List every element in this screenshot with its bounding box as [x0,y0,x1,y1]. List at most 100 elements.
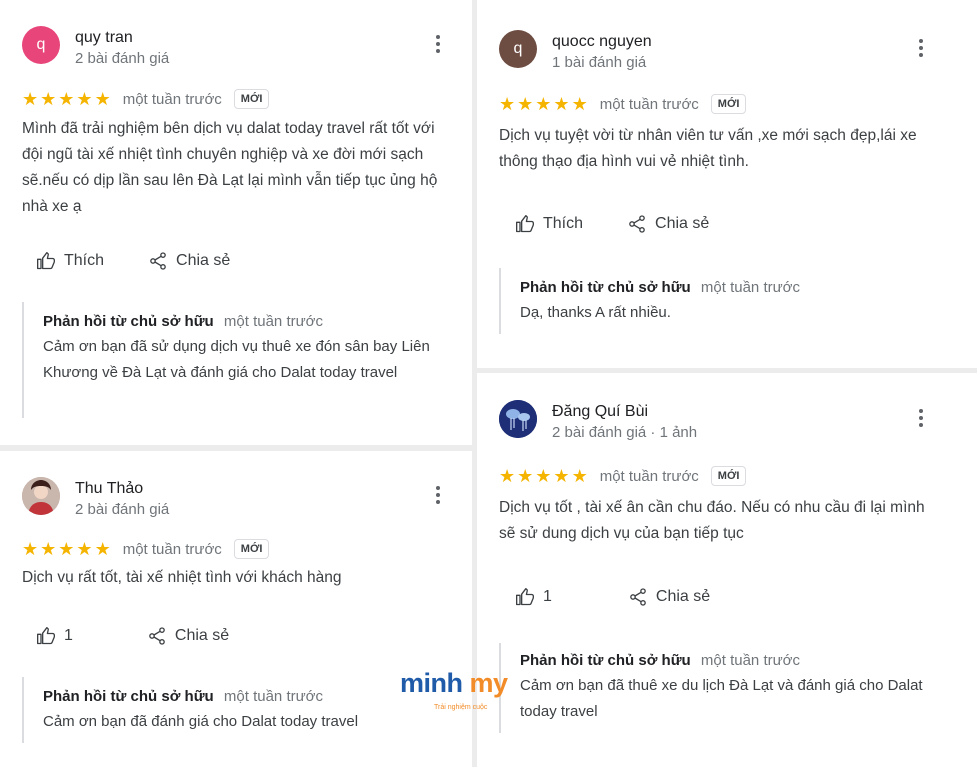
watermark-tagline: Trải nghiệm cuộc [434,704,488,711]
review-actions: 1 Chia sẻ [36,626,229,646]
new-badge: MỚI [710,466,747,486]
owner-reply: Phản hồi từ chủ sở hữu một tuần trước Cả… [22,677,450,743]
thumbs-up-icon [37,252,55,270]
review-time: một tuần trước [122,90,222,108]
owner-reply-text: Cảm ơn bạn đã thuê xe du lịch Đà Lạt và … [520,677,923,720]
star-icon: ★ [22,89,39,109]
owner-reply: Phản hồi từ chủ sở hữu một tuần trước Cả… [499,643,943,733]
review-header: q quocc nguyen 1 bài đánh giá [499,30,955,74]
review-card: Đăng Quí Bùi 2 bài đánh giá · 1 ảnh ★ ★ ★ ★… [477,373,977,767]
share-label: Chia sẻ [655,215,710,232]
owner-reply-label: Phản hồi từ chủ sở hữu [43,688,214,705]
more-options-icon[interactable] [430,32,446,56]
star-icon: ★ [535,466,552,486]
owner-reply-time: một tuần trước [223,688,323,705]
avatar[interactable] [22,477,60,515]
owner-reply-label: Phản hồi từ chủ sở hữu [520,279,691,296]
review-card: q quocc nguyen 1 bài đánh giá ★ ★ ★ ★ ★ một … [477,0,977,368]
reviewer-meta: 2 bài đánh giá [75,501,170,518]
star-icon: ★ [517,466,534,486]
star-icon: ★ [40,539,57,559]
watermark-brand-b: my [469,668,509,698]
thumbs-up-icon [516,215,534,233]
reviewer-meta: 1 bài đánh giá [552,54,647,71]
new-badge: MỚI [233,89,270,109]
thumbs-up-icon [516,588,534,606]
review-card: q quy tran 2 bài đánh giá ★ ★ ★ ★ ★ một tuần… [0,0,472,445]
reviewer-name[interactable]: Thu Thảo [75,480,143,498]
avatar[interactable] [499,400,537,438]
like-label: Thích [64,252,105,269]
share-label: Chia sẻ [655,588,711,605]
share-button[interactable]: Chia sẻ [627,214,709,234]
star-icon: ★ [58,539,75,559]
watermark-brand: minh my [400,668,508,699]
star-icon: ★ [94,539,111,559]
star-rating: ★ ★ ★ ★ ★ [499,467,588,485]
review-time: một tuần trước [599,95,699,113]
like-button[interactable]: Thích [36,251,104,271]
share-icon [150,252,166,270]
owner-reply-text: Cảm ơn bạn đã sử dụng dịch vụ thuê xe đó… [43,338,430,381]
reviewer-name[interactable]: Đăng Quí Bùi [552,403,648,421]
star-icon: ★ [517,94,534,114]
owner-reply-time: một tuần trước [700,279,800,296]
watermark-brand-a: minh [400,668,463,698]
review-header: Đăng Quí Bùi 2 bài đánh giá · 1 ảnh [499,400,955,444]
star-rating: ★ ★ ★ ★ ★ [22,90,111,108]
like-button[interactable]: 1 [36,626,73,646]
more-options-icon[interactable] [430,483,446,507]
share-icon [149,627,165,645]
rating-row: ★ ★ ★ ★ ★ một tuần trước MỚI [22,538,270,560]
owner-reply-label: Phản hồi từ chủ sở hữu [43,313,214,330]
star-icon: ★ [571,94,588,114]
review-actions: 1 Chia sẻ [515,587,710,607]
owner-reply-text: Dạ, thanks A rất nhiều. [520,304,671,321]
reviewer-name[interactable]: quy tran [75,29,133,47]
review-actions: Thích Chia sẻ [515,214,709,234]
star-icon: ★ [58,89,75,109]
review-text: Dịch vụ rất tốt, tài xế nhiệt tình với k… [22,569,342,586]
review-actions: Thích Chia sẻ [36,251,230,271]
review-time: một tuần trước [122,540,222,558]
star-icon: ★ [22,539,39,559]
rating-row: ★ ★ ★ ★ ★ một tuần trước MỚI [499,93,747,115]
review-time: một tuần trước [599,467,699,485]
reviewer-name[interactable]: quocc nguyen [552,33,652,51]
like-count: 1 [64,627,73,644]
owner-reply-time: một tuần trước [700,652,800,669]
share-button[interactable]: Chia sẻ [148,251,230,271]
like-label: Thích [543,215,584,232]
star-icon: ★ [535,94,552,114]
star-rating: ★ ★ ★ ★ ★ [499,95,588,113]
thumbs-up-icon [37,627,55,645]
owner-reply-time: một tuần trước [223,313,323,330]
avatar-letter: q [36,36,46,53]
profile-photo-icon [22,477,60,515]
rating-row: ★ ★ ★ ★ ★ một tuần trước MỚI [22,88,270,110]
star-icon: ★ [40,89,57,109]
more-options-icon[interactable] [913,406,929,430]
share-icon [630,588,646,606]
review-header: Thu Thảo 2 bài đánh giá [22,477,450,521]
reviewer-meta: 2 bài đánh giá [75,50,170,67]
share-icon [629,215,645,233]
avatar[interactable]: q [22,26,60,64]
star-icon: ★ [499,94,516,114]
more-options-icon[interactable] [913,36,929,60]
owner-reply: Phản hồi từ chủ sở hữu một tuần trước Cả… [22,302,450,418]
avatar-letter: q [513,40,523,57]
like-button[interactable]: Thích [515,214,583,234]
reviewer-meta: 2 bài đánh giá · 1 ảnh [552,424,698,441]
new-badge: MỚI [233,539,270,559]
share-label: Chia sẻ [174,627,230,644]
review-header: q quy tran 2 bài đánh giá [22,26,450,70]
share-button[interactable]: Chia sẻ [628,587,710,607]
star-icon: ★ [76,539,93,559]
star-icon: ★ [499,466,516,486]
like-button[interactable]: 1 [515,587,552,607]
like-count: 1 [543,588,552,605]
share-button[interactable]: Chia sẻ [147,626,229,646]
star-icon: ★ [553,94,570,114]
avatar[interactable]: q [499,30,537,68]
